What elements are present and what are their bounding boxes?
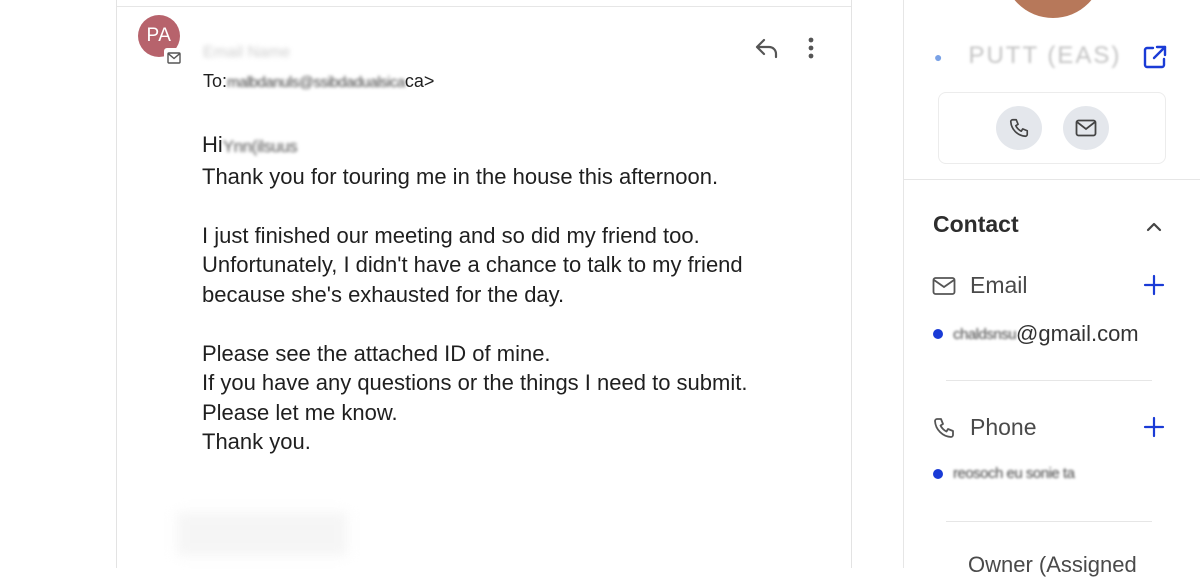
call-button[interactable]: [996, 106, 1042, 150]
status-dot: ●: [934, 48, 945, 65]
plus-icon: [1143, 416, 1165, 438]
greeting: Hi: [202, 132, 223, 157]
mail-icon: [164, 48, 184, 68]
more-vert-icon: [808, 37, 814, 59]
contact-panel: ● PUTT (EAS) Contact Email chaldsnsu @gm…: [903, 0, 1200, 577]
field-divider: [946, 521, 1152, 522]
sender-name: Email Name: [203, 44, 291, 61]
email-pane: PA Email Name To:malbdanuls@ssibdadualsi…: [116, 0, 852, 568]
email-action-button[interactable]: [1063, 106, 1109, 150]
contact-avatar: [1003, 0, 1103, 18]
body-line: Please let me know.: [202, 399, 398, 425]
body-line: Unfortunately, I didn't have a chance to…: [202, 252, 743, 277]
email-body: HiYnn(ilsuus Thank you for touring me in…: [202, 130, 842, 457]
collapse-contact-button[interactable]: [1142, 215, 1166, 239]
email-domain: @gmail.com: [1016, 321, 1139, 346]
attachment-placeholder: [177, 512, 347, 556]
phone-value-redacted: reosoch eu sonie ta: [953, 465, 1075, 482]
phone-label: Phone: [970, 414, 1037, 440]
contact-name: ● PUTT (EAS): [934, 42, 1121, 70]
email-user-redacted: chaldsnsu: [953, 325, 1017, 343]
body-line: Please see the attached ID of mine.: [202, 340, 551, 366]
field-divider: [946, 380, 1152, 381]
body-line: because she's exhausted for the day.: [202, 281, 565, 307]
recipient-line: To:malbdanuls@ssibdadualsicaca>: [203, 71, 434, 92]
phone-field-row: Phone: [932, 414, 1037, 441]
recipient-suffix: ca>: [404, 71, 435, 91]
add-email-button[interactable]: [1142, 273, 1166, 297]
contact-section-title: Contact: [933, 211, 1019, 237]
phone-value[interactable]: reosoch eu sonie ta: [933, 465, 1075, 482]
to-prefix: To:: [203, 71, 228, 91]
more-options-button[interactable]: [799, 34, 823, 62]
primary-bullet: [933, 468, 943, 479]
owner-label: Owner (Assigned: [968, 552, 1137, 577]
add-phone-button[interactable]: [1142, 415, 1166, 439]
open-contact-button[interactable]: [1141, 43, 1169, 71]
greeting-name-redacted: Ynn(ilsuus: [222, 137, 298, 156]
body-line: I just finished our meeting and so did m…: [202, 222, 700, 248]
mail-icon: [1075, 119, 1097, 137]
body-line: Thank you for touring me in the house th…: [202, 163, 719, 189]
top-divider: [117, 6, 851, 7]
plus-icon: [1143, 274, 1165, 296]
panel-divider: [904, 179, 1200, 180]
body-line: Thank you.: [202, 429, 311, 454]
reply-button[interactable]: [753, 34, 781, 62]
recipient-redacted: malbdanuls@ssibdadualsica: [227, 74, 405, 91]
email-label: Email: [970, 272, 1028, 298]
phone-icon: [934, 417, 954, 438]
email-value[interactable]: chaldsnsu @gmail.com: [933, 321, 1139, 347]
contact-name-redacted: PUTT (EAS): [968, 42, 1122, 69]
open-external-icon: [1143, 45, 1167, 69]
email-field-row: Email: [932, 272, 1028, 299]
mail-icon: [932, 276, 956, 295]
body-line: If you have any questions or the things …: [202, 370, 748, 395]
quick-actions: [938, 92, 1166, 164]
phone-icon: [1009, 118, 1029, 138]
reply-icon: [755, 38, 778, 59]
primary-bullet: [933, 329, 943, 339]
greeting-line: HiYnn(ilsuus: [202, 130, 842, 162]
chevron-up-icon: [1146, 222, 1162, 232]
